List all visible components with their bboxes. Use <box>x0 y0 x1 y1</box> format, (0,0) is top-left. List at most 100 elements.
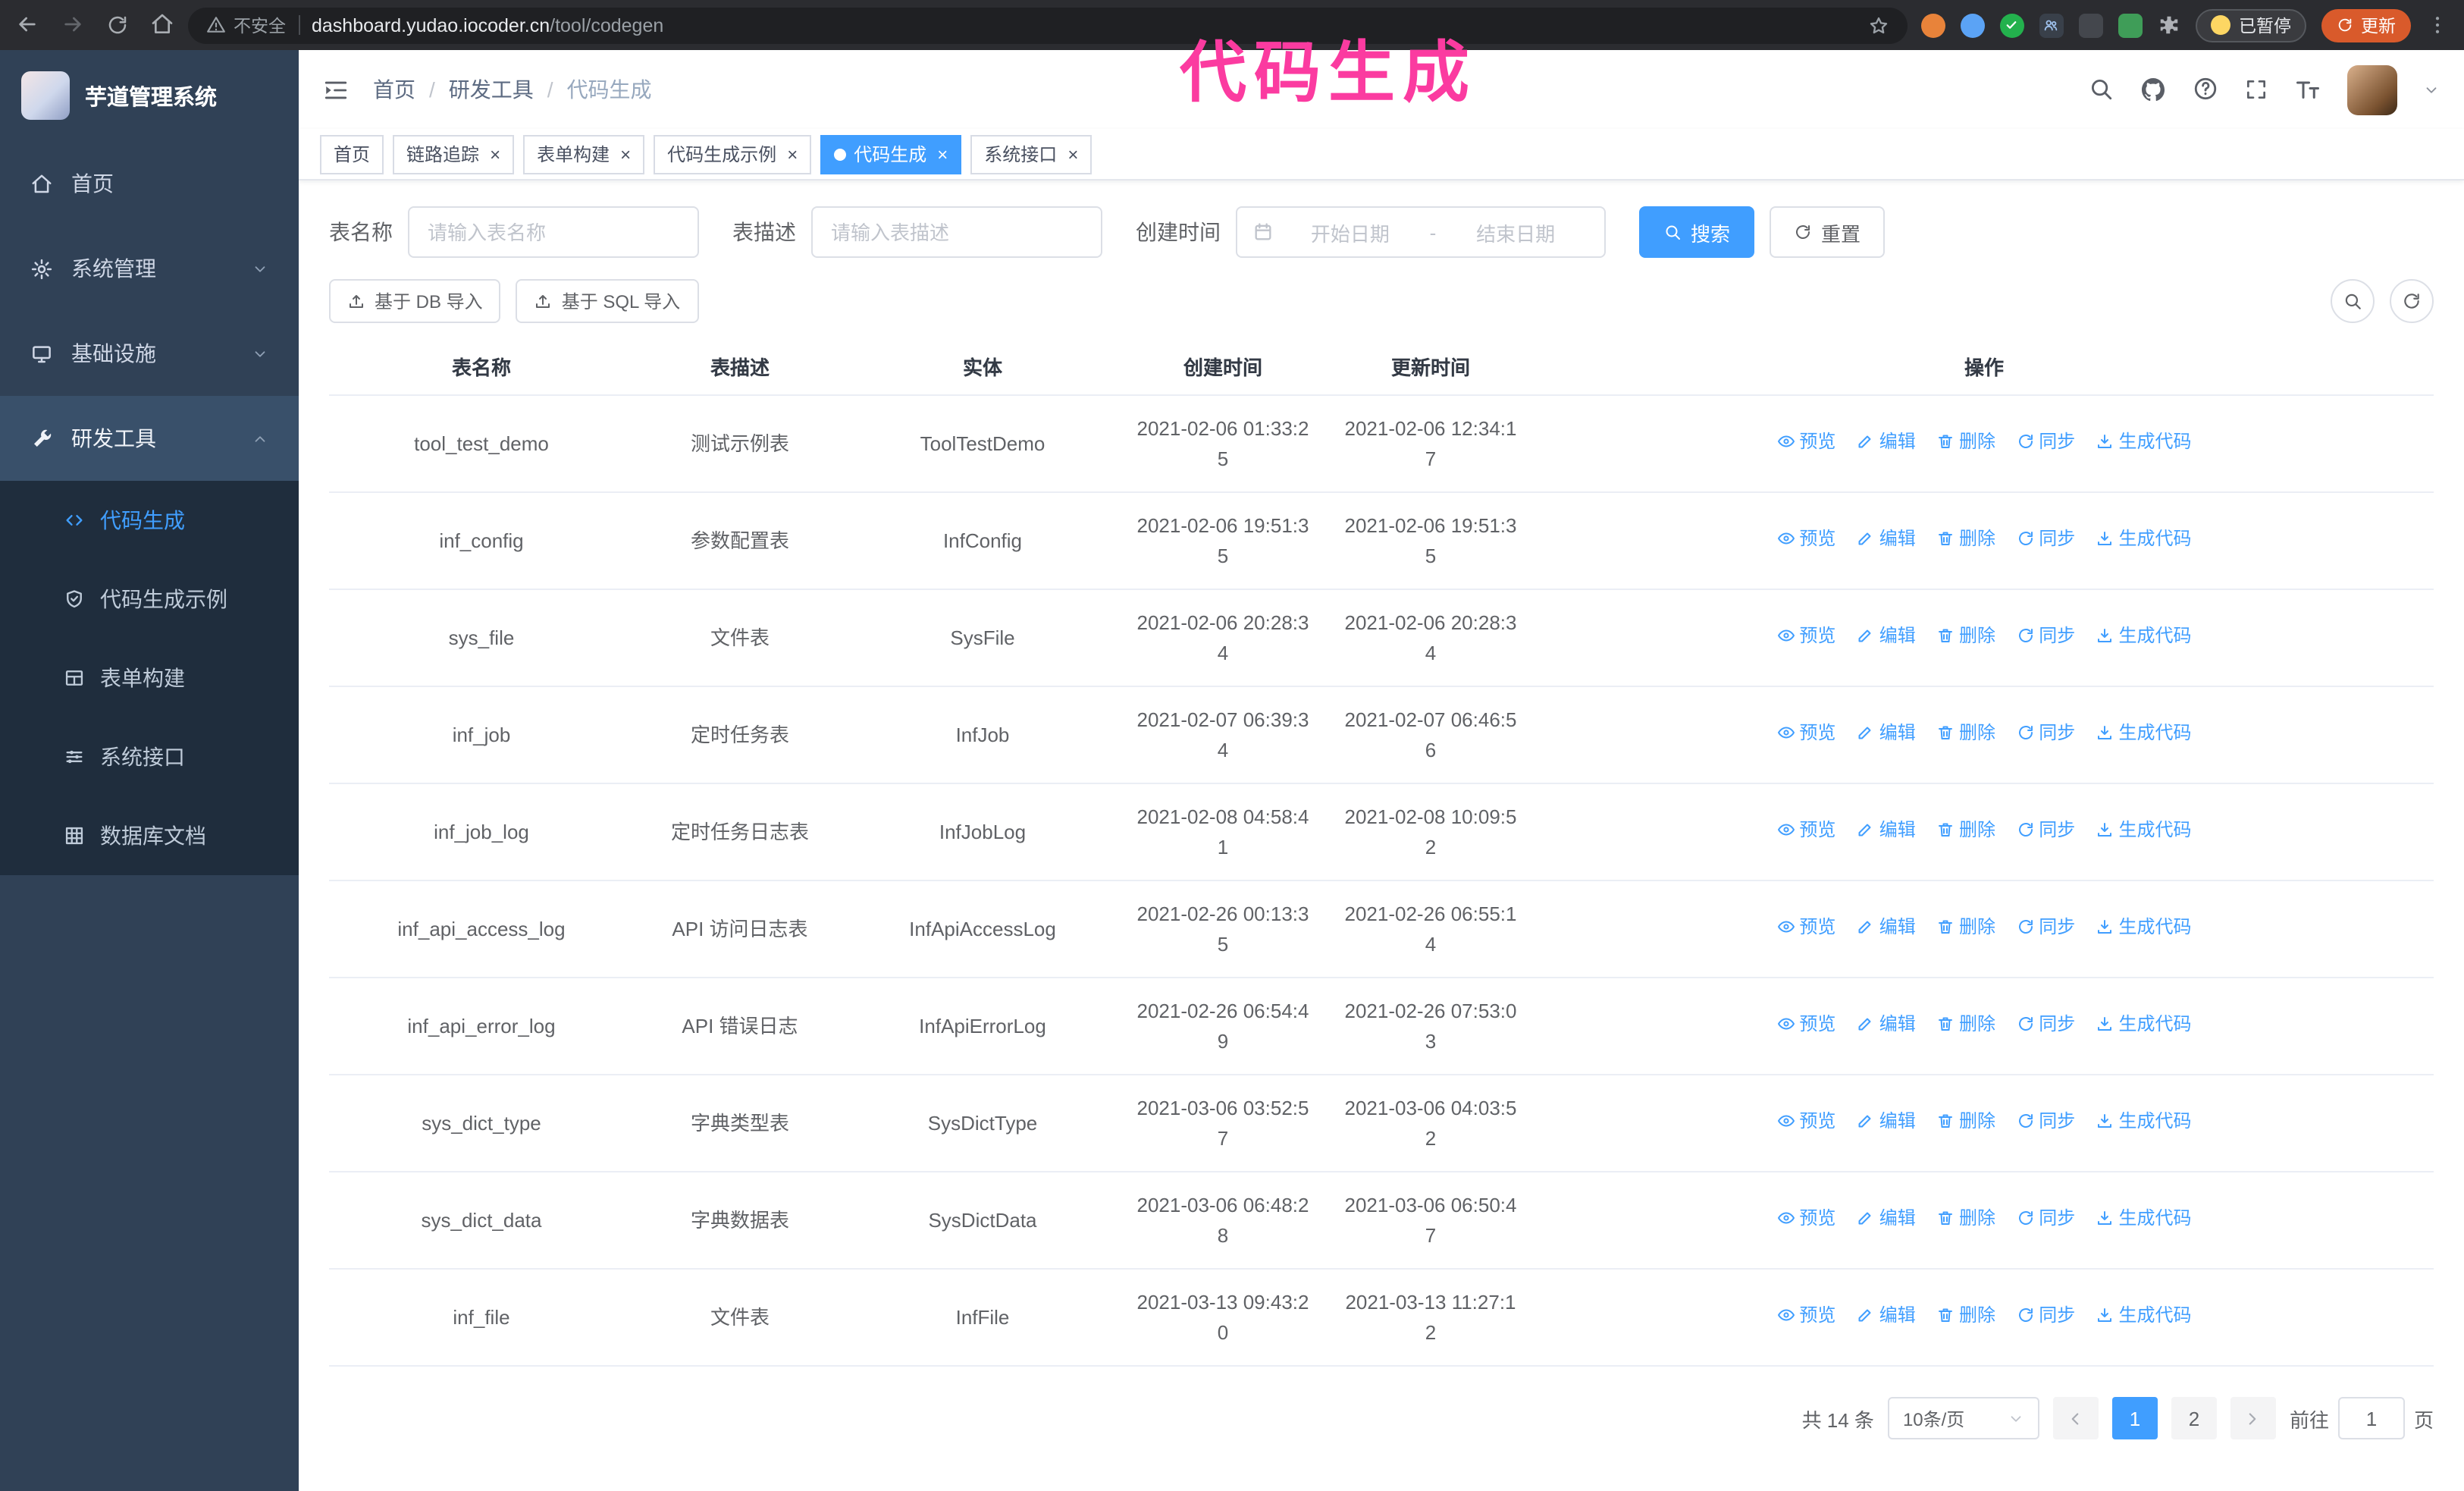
generate-code-link[interactable]: 生成代码 <box>2096 817 2192 844</box>
preview-link[interactable]: 预览 <box>1776 817 1835 844</box>
sync-link[interactable]: 同步 <box>2016 1011 2075 1038</box>
browser-forward-button[interactable] <box>61 11 85 39</box>
puzzle-extensions-icon[interactable] <box>2157 14 2180 36</box>
generate-code-link[interactable]: 生成代码 <box>2096 428 2192 456</box>
tab-trace[interactable]: 链路追踪 × <box>393 134 515 174</box>
bookmark-star-icon[interactable] <box>1867 14 1889 36</box>
extension-icon-4[interactable] <box>2039 13 2063 37</box>
delete-link[interactable]: 删除 <box>1936 817 1995 844</box>
tab-system-api[interactable]: 系统接口 × <box>970 134 1092 174</box>
page-size-select[interactable]: 10条/页 <box>1887 1397 2039 1439</box>
edit-link[interactable]: 编辑 <box>1857 623 1916 650</box>
preview-link[interactable]: 预览 <box>1776 1302 1835 1329</box>
generate-code-link[interactable]: 生成代码 <box>2096 1302 2192 1329</box>
page-button-2[interactable]: 2 <box>2171 1397 2217 1439</box>
sidebar-item-dev-tools[interactable]: 研发工具 <box>0 396 299 481</box>
edit-link[interactable]: 编辑 <box>1857 817 1916 844</box>
chrome-update-button[interactable]: 更新 <box>2321 8 2411 42</box>
edit-link[interactable]: 编辑 <box>1857 914 1916 941</box>
edit-link[interactable]: 编辑 <box>1857 1302 1916 1329</box>
generate-code-link[interactable]: 生成代码 <box>2096 526 2192 553</box>
delete-link[interactable]: 删除 <box>1936 526 1995 553</box>
sync-link[interactable]: 同步 <box>2016 526 2075 553</box>
preview-link[interactable]: 预览 <box>1776 623 1835 650</box>
sync-link[interactable]: 同步 <box>2016 1205 2075 1232</box>
close-icon[interactable]: × <box>787 145 798 163</box>
tab-code-generation[interactable]: 代码生成 × <box>820 134 962 174</box>
sidebar-item-code-generation[interactable]: 代码生成 <box>0 481 299 560</box>
sync-link[interactable]: 同步 <box>2016 720 2075 747</box>
toggle-search-button[interactable] <box>2331 279 2375 323</box>
delete-link[interactable]: 删除 <box>1936 428 1995 456</box>
close-icon[interactable]: × <box>1067 145 1078 163</box>
sync-link[interactable]: 同步 <box>2016 817 2075 844</box>
generate-code-link[interactable]: 生成代码 <box>2096 1011 2192 1038</box>
breadcrumb-dev-tools[interactable]: 研发工具 <box>449 74 534 105</box>
table-desc-input[interactable] <box>811 206 1102 258</box>
sidebar-item-db-docs[interactable]: 数据库文档 <box>0 796 299 875</box>
page-button-1[interactable]: 1 <box>2111 1397 2158 1439</box>
recording-paused-badge[interactable]: 已暂停 <box>2195 8 2306 42</box>
preview-link[interactable]: 预览 <box>1776 526 1835 553</box>
prev-page-button[interactable] <box>2052 1397 2099 1439</box>
avatar-caret-icon[interactable] <box>2423 81 2440 98</box>
preview-link[interactable]: 预览 <box>1776 720 1835 747</box>
reset-button[interactable]: 重置 <box>1770 206 1886 258</box>
preview-link[interactable]: 预览 <box>1776 1108 1835 1135</box>
browser-home-button[interactable] <box>150 11 174 39</box>
close-icon[interactable]: × <box>490 145 500 163</box>
tab-form-builder[interactable]: 表单构建 × <box>523 134 645 174</box>
edit-link[interactable]: 编辑 <box>1857 1011 1916 1038</box>
tab-home[interactable]: 首页 <box>320 134 384 174</box>
sidebar-item-system-management[interactable]: 系统管理 <box>0 226 299 311</box>
close-icon[interactable]: × <box>620 145 631 163</box>
table-name-input[interactable] <box>408 206 699 258</box>
tab-codegen-example[interactable]: 代码生成示例 × <box>654 134 812 174</box>
delete-link[interactable]: 删除 <box>1936 914 1995 941</box>
edit-link[interactable]: 编辑 <box>1857 428 1916 456</box>
preview-link[interactable]: 预览 <box>1776 428 1835 456</box>
extension-icon-5[interactable] <box>2078 13 2102 37</box>
sync-link[interactable]: 同步 <box>2016 623 2075 650</box>
generate-code-link[interactable]: 生成代码 <box>2096 623 2192 650</box>
app-logo[interactable]: 芋道管理系统 <box>0 50 299 141</box>
delete-link[interactable]: 删除 <box>1936 1011 1995 1038</box>
preview-link[interactable]: 预览 <box>1776 1011 1835 1038</box>
extension-icon-6[interactable] <box>2118 13 2142 37</box>
extension-icon-1[interactable] <box>1920 13 1945 37</box>
site-security-chip[interactable]: 不安全 <box>206 13 286 37</box>
generate-code-link[interactable]: 生成代码 <box>2096 1108 2192 1135</box>
delete-link[interactable]: 删除 <box>1936 1205 1995 1232</box>
preview-link[interactable]: 预览 <box>1776 914 1835 941</box>
next-page-button[interactable] <box>2230 1397 2276 1439</box>
delete-link[interactable]: 删除 <box>1936 720 1995 747</box>
sidebar-toggle-button[interactable] <box>323 77 349 102</box>
extension-icon-3[interactable] <box>1999 13 2024 37</box>
generate-code-link[interactable]: 生成代码 <box>2096 914 2192 941</box>
sync-link[interactable]: 同步 <box>2016 914 2075 941</box>
generate-code-link[interactable]: 生成代码 <box>2096 720 2192 747</box>
header-search-button[interactable] <box>2088 76 2114 103</box>
font-size-button[interactable] <box>2294 76 2321 103</box>
edit-link[interactable]: 编辑 <box>1857 1205 1916 1232</box>
sync-link[interactable]: 同步 <box>2016 1108 2075 1135</box>
extension-icon-2[interactable] <box>1960 13 1984 37</box>
breadcrumb-home[interactable]: 首页 <box>373 74 415 105</box>
user-avatar[interactable] <box>2347 64 2397 115</box>
address-bar[interactable]: 不安全 dashboard.yudao.iocoder.cn/tool/code… <box>188 7 1907 43</box>
browser-menu-button[interactable] <box>2426 14 2449 36</box>
fullscreen-button[interactable] <box>2244 76 2268 103</box>
github-link[interactable] <box>2140 76 2167 103</box>
delete-link[interactable]: 删除 <box>1936 623 1995 650</box>
sync-link[interactable]: 同步 <box>2016 1302 2075 1329</box>
delete-link[interactable]: 删除 <box>1936 1302 1995 1329</box>
generate-code-link[interactable]: 生成代码 <box>2096 1205 2192 1232</box>
date-range-picker[interactable]: 开始日期 - 结束日期 <box>1236 206 1606 258</box>
sidebar-item-infrastructure[interactable]: 基础设施 <box>0 311 299 396</box>
help-button[interactable] <box>2193 76 2218 103</box>
sidebar-item-codegen-example[interactable]: 代码生成示例 <box>0 560 299 639</box>
sidebar-item-form-builder[interactable]: 表单构建 <box>0 639 299 717</box>
browser-reload-button[interactable] <box>106 11 129 39</box>
sidebar-item-system-api[interactable]: 系统接口 <box>0 717 299 796</box>
edit-link[interactable]: 编辑 <box>1857 720 1916 747</box>
